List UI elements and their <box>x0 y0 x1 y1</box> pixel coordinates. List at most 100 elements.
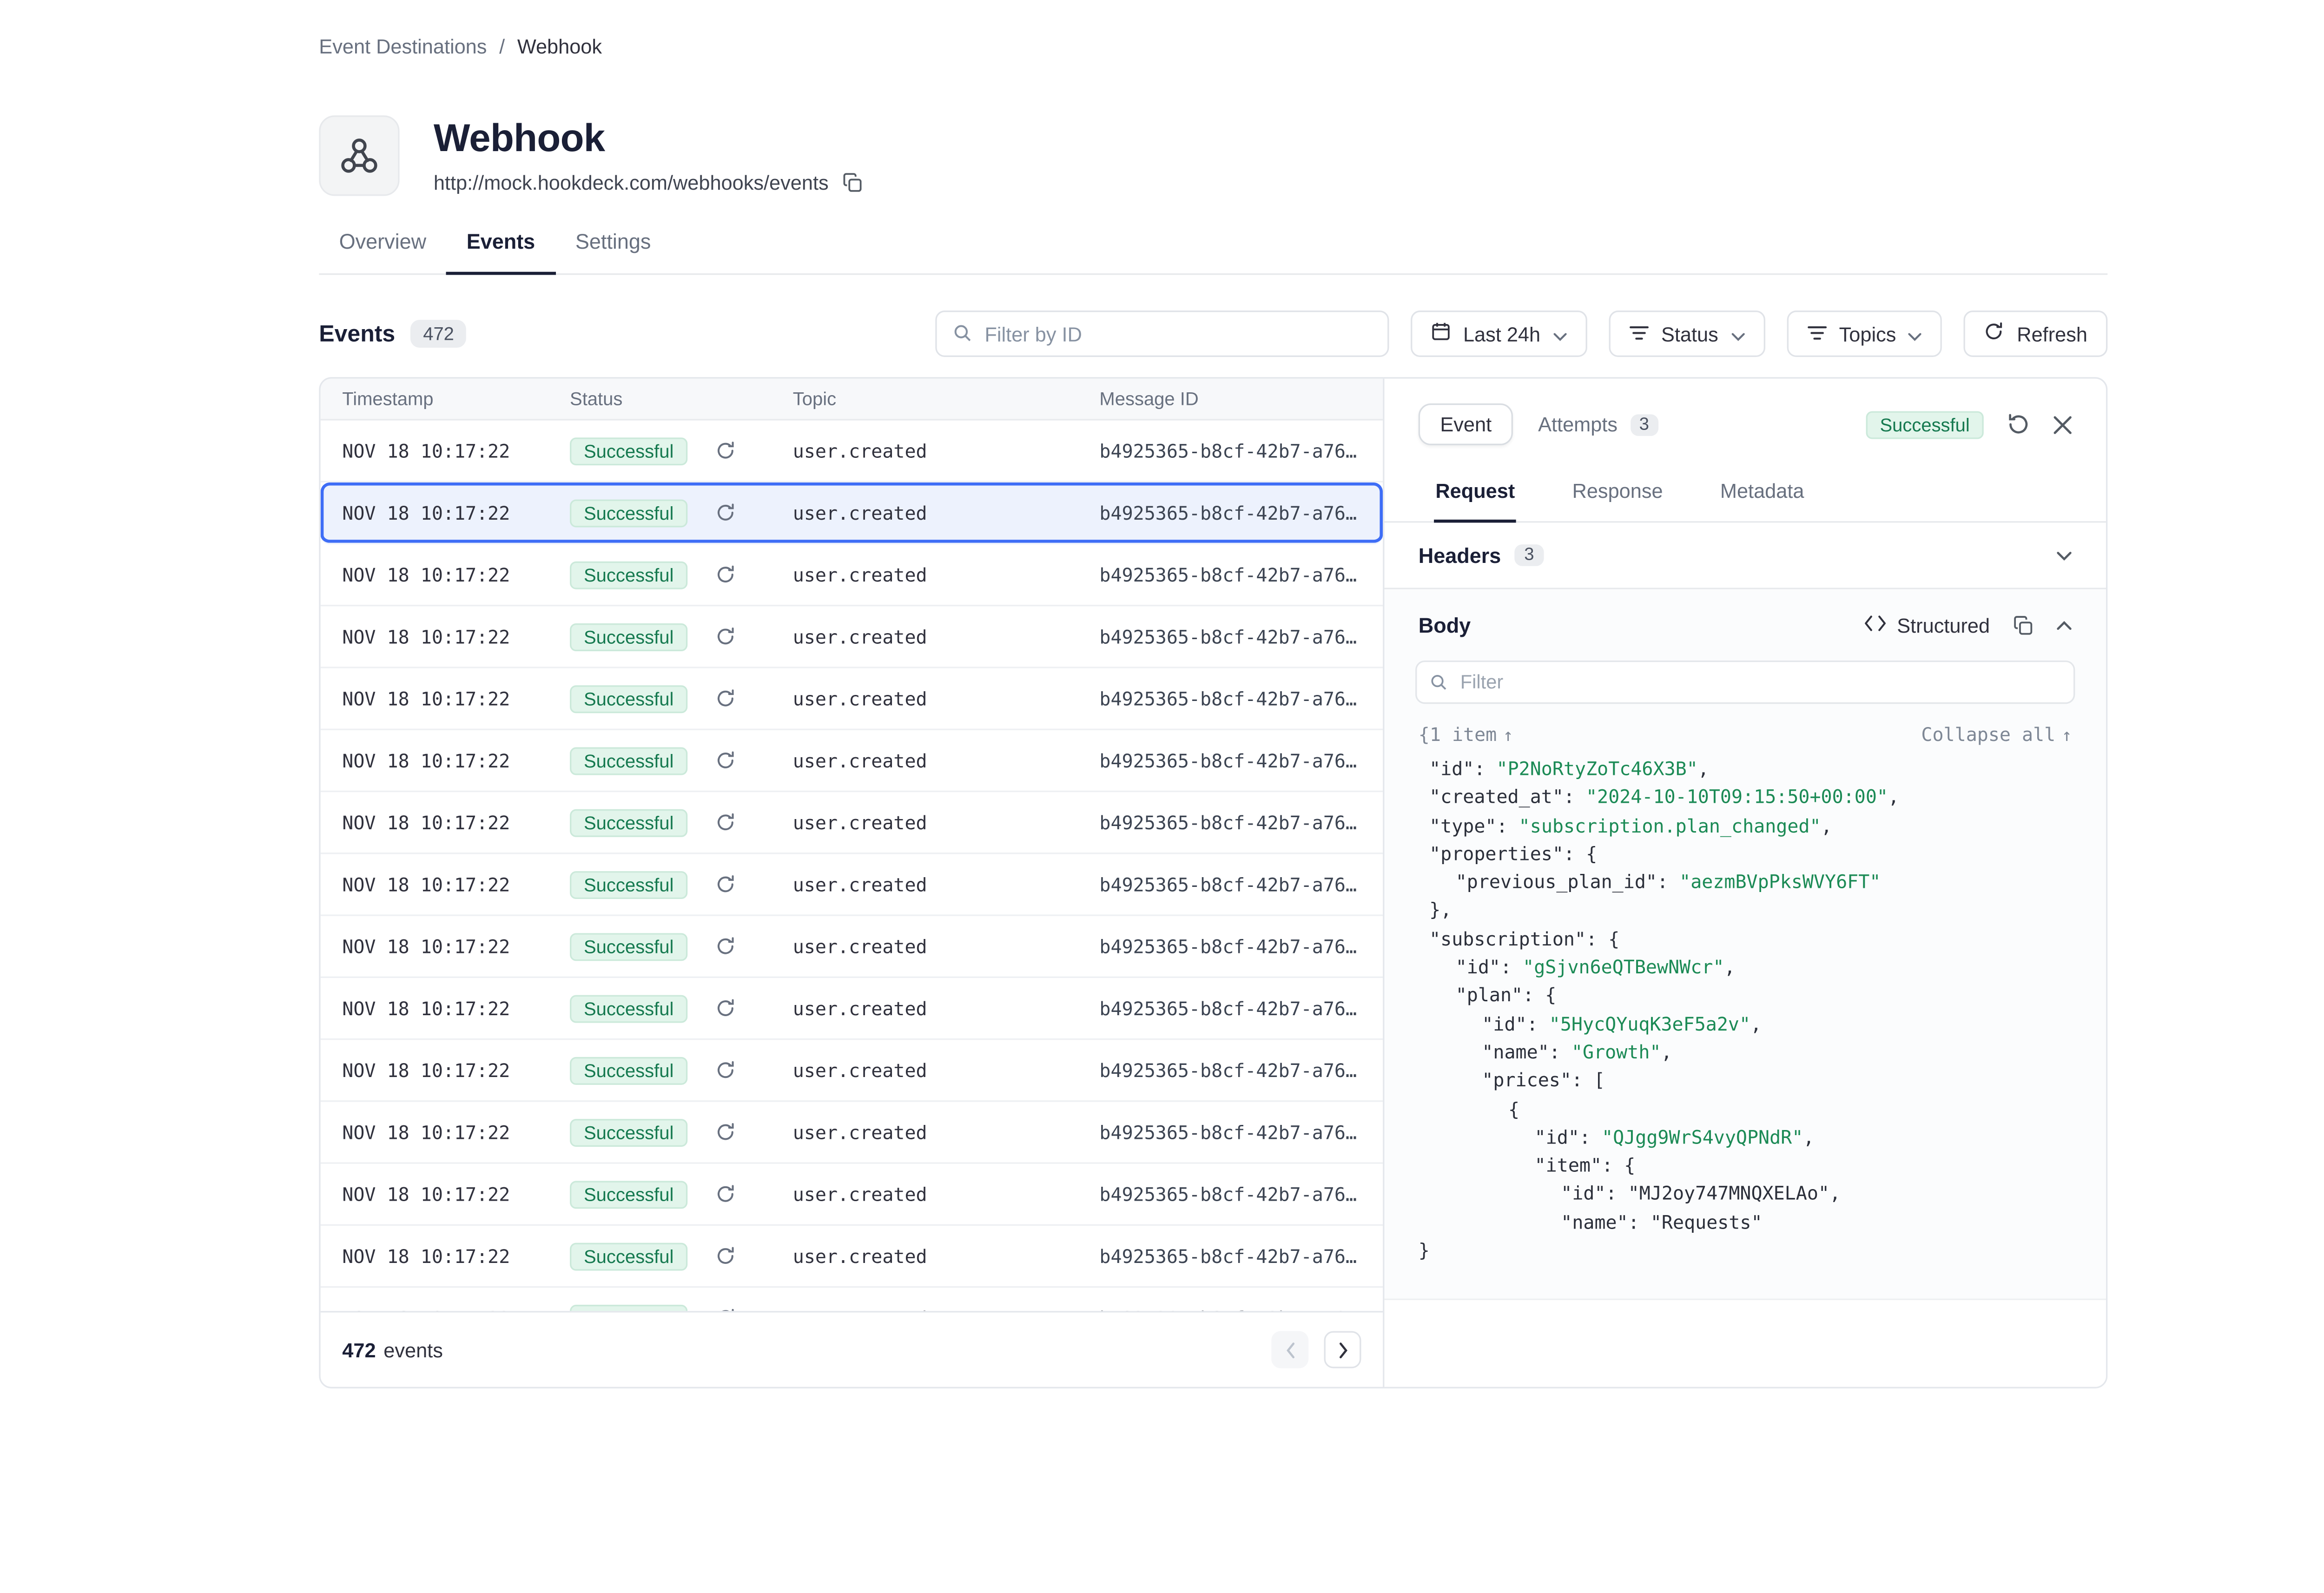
retry-icon[interactable] <box>715 812 735 832</box>
retry-icon[interactable] <box>715 1308 735 1311</box>
table-footer: 472 events <box>321 1311 1383 1387</box>
retry-icon[interactable] <box>715 1184 735 1204</box>
table-row[interactable]: NOV 18 10:17:22Successfuluser.createdb49… <box>321 1164 1383 1226</box>
table-row[interactable]: NOV 18 10:17:22Successfuluser.createdb49… <box>321 854 1383 916</box>
table-row[interactable]: NOV 18 10:17:22Successfuluser.createdb49… <box>321 916 1383 978</box>
collapse-all-button[interactable]: Collapse all↑ <box>1921 724 2072 746</box>
pagination-prev-button[interactable] <box>1271 1331 1308 1368</box>
retry-icon[interactable] <box>715 627 735 647</box>
topics-filter-button[interactable]: Topics <box>1786 311 1942 357</box>
table-row[interactable]: NOV 18 10:17:22Successfuluser.createdb49… <box>321 668 1383 730</box>
row-status-badge: Successful <box>570 1304 687 1311</box>
event-detail-panel: Event Attempts 3 Successful <box>1384 379 2106 1387</box>
json-line: }, <box>1419 897 2072 925</box>
footer-event-label: events <box>383 1338 443 1362</box>
table-row[interactable]: NOV 18 10:17:22Successfuluser.createdb49… <box>321 978 1383 1040</box>
pagination-next-button[interactable] <box>1324 1331 1361 1368</box>
retry-icon[interactable] <box>715 998 735 1018</box>
tab-events[interactable]: Events <box>446 230 555 275</box>
breadcrumb-parent[interactable]: Event Destinations <box>319 35 487 58</box>
row-status-badge: Successful <box>570 870 687 898</box>
subtab-request[interactable]: Request <box>1434 467 1517 523</box>
events-count-badge: 472 <box>411 320 467 348</box>
row-topic: user.created <box>793 502 1100 523</box>
copy-body-icon[interactable] <box>2013 615 2033 635</box>
row-topic: user.created <box>793 626 1100 648</box>
panel-tab-event[interactable]: Event <box>1419 403 1513 445</box>
filter-lines-icon <box>1629 322 1649 345</box>
events-table: Timestamp Status Topic Message ID NOV 18… <box>321 379 1385 1387</box>
table-row[interactable]: NOV 18 10:17:22Successfuluser.createdb49… <box>321 483 1383 544</box>
row-topic: user.created <box>793 750 1100 772</box>
table-row[interactable]: NOV 18 10:17:22Successfuluser.createdb49… <box>321 1102 1383 1163</box>
panel-subtabs: Request Response Metadata <box>1384 467 2106 523</box>
row-message-id: b4925365-b8cf-42b7-a76… <box>1099 502 1383 523</box>
events-heading: Events <box>319 321 395 347</box>
retry-event-icon[interactable] <box>2007 413 2030 436</box>
filter-by-id-input[interactable] <box>935 311 1389 357</box>
refresh-button[interactable]: Refresh <box>1964 311 2107 357</box>
json-line: "prices": [ <box>1419 1067 2072 1095</box>
row-message-id: b4925365-b8cf-42b7-a76… <box>1099 687 1383 709</box>
code-icon <box>1864 613 1886 636</box>
json-line: } <box>1419 1236 2072 1265</box>
arrow-up-icon: ↑ <box>1503 726 1513 746</box>
retry-icon[interactable] <box>715 441 735 461</box>
retry-icon[interactable] <box>715 936 735 956</box>
page-tabs: Overview Events Settings <box>319 230 2107 275</box>
row-timestamp: NOV 18 10:17:22 <box>321 1059 570 1081</box>
row-timestamp: NOV 18 10:17:22 <box>321 998 570 1019</box>
retry-icon[interactable] <box>715 874 735 894</box>
tab-overview[interactable]: Overview <box>319 230 446 273</box>
json-line: { <box>1419 1095 2072 1124</box>
body-filter-input[interactable] <box>1415 661 2075 704</box>
structured-view-toggle[interactable]: Structured <box>1864 613 1990 636</box>
table-row[interactable]: NOV 18 10:17:22Successfuluser.createdb49… <box>321 1040 1383 1102</box>
row-topic: user.created <box>793 1059 1100 1081</box>
copy-url-icon[interactable] <box>843 173 863 193</box>
json-line: "properties": { <box>1419 840 2072 868</box>
row-status-badge: Successful <box>570 1180 687 1208</box>
subtab-response[interactable]: Response <box>1571 467 1664 522</box>
app-window: Event Destinations / Webhook Webhook htt <box>0 35 2324 1593</box>
retry-icon[interactable] <box>715 564 735 584</box>
retry-icon[interactable] <box>715 502 735 522</box>
arrow-up-icon: ↑ <box>2062 726 2072 746</box>
retry-icon[interactable] <box>715 688 735 708</box>
time-range-button[interactable]: Last 24h <box>1411 311 1587 357</box>
table-row[interactable]: NOV 18 10:17:22Successfuluser.createdb49… <box>321 1226 1383 1288</box>
table-row[interactable]: NOV 18 10:17:22Successfuluser.createdb49… <box>321 421 1383 483</box>
json-line: "plan": { <box>1419 982 2072 1010</box>
tab-settings[interactable]: Settings <box>555 230 671 273</box>
json-line: "created_at": "2024-10-10T09:15:50+00:00… <box>1419 783 2072 812</box>
json-line: "id": "gSjvn6eQTBewNWcr", <box>1419 953 2072 982</box>
retry-icon[interactable] <box>715 1060 735 1080</box>
json-line: "name": "Growth", <box>1419 1038 2072 1067</box>
search-icon <box>1429 671 1448 699</box>
panel-tab-attempts[interactable]: Attempts 3 <box>1538 413 1658 436</box>
table-row[interactable]: NOV 18 10:17:22Successfuluser.createdb49… <box>321 544 1383 606</box>
row-message-id: b4925365-b8cf-42b7-a76… <box>1099 1307 1383 1311</box>
filter-lines-icon <box>1807 322 1827 345</box>
table-row[interactable]: NOV 18 10:17:22Successfuluser.createdb49… <box>321 730 1383 792</box>
close-panel-icon[interactable] <box>2053 415 2072 434</box>
row-timestamp: NOV 18 10:17:22 <box>321 564 570 586</box>
table-row[interactable]: NOV 18 10:17:22Successfuluser.createdb49… <box>321 1288 1383 1311</box>
json-line: "id": "QJgg9WrS4vyQPNdR", <box>1419 1124 2072 1152</box>
retry-icon[interactable] <box>715 750 735 770</box>
table-row[interactable]: NOV 18 10:17:22Successfuluser.createdb49… <box>321 792 1383 854</box>
table-header: Timestamp Status Topic Message ID <box>321 379 1383 421</box>
retry-icon[interactable] <box>715 1122 735 1142</box>
retry-icon[interactable] <box>715 1246 735 1266</box>
status-filter-button[interactable]: Status <box>1609 311 1765 357</box>
column-topic: Topic <box>793 388 1100 410</box>
table-row[interactable]: NOV 18 10:17:22Successfuluser.createdb49… <box>321 606 1383 668</box>
headers-section-toggle[interactable]: Headers 3 <box>1384 522 2106 589</box>
json-items-label[interactable]: {1 item↑ <box>1419 724 1513 746</box>
breadcrumb: Event Destinations / Webhook <box>319 35 2107 58</box>
row-timestamp: NOV 18 10:17:22 <box>321 687 570 709</box>
chevron-up-icon[interactable] <box>2056 620 2072 630</box>
subtab-metadata[interactable]: Metadata <box>1719 467 1806 522</box>
headers-count-badge: 3 <box>1515 544 1543 566</box>
calendar-icon <box>1431 321 1451 346</box>
